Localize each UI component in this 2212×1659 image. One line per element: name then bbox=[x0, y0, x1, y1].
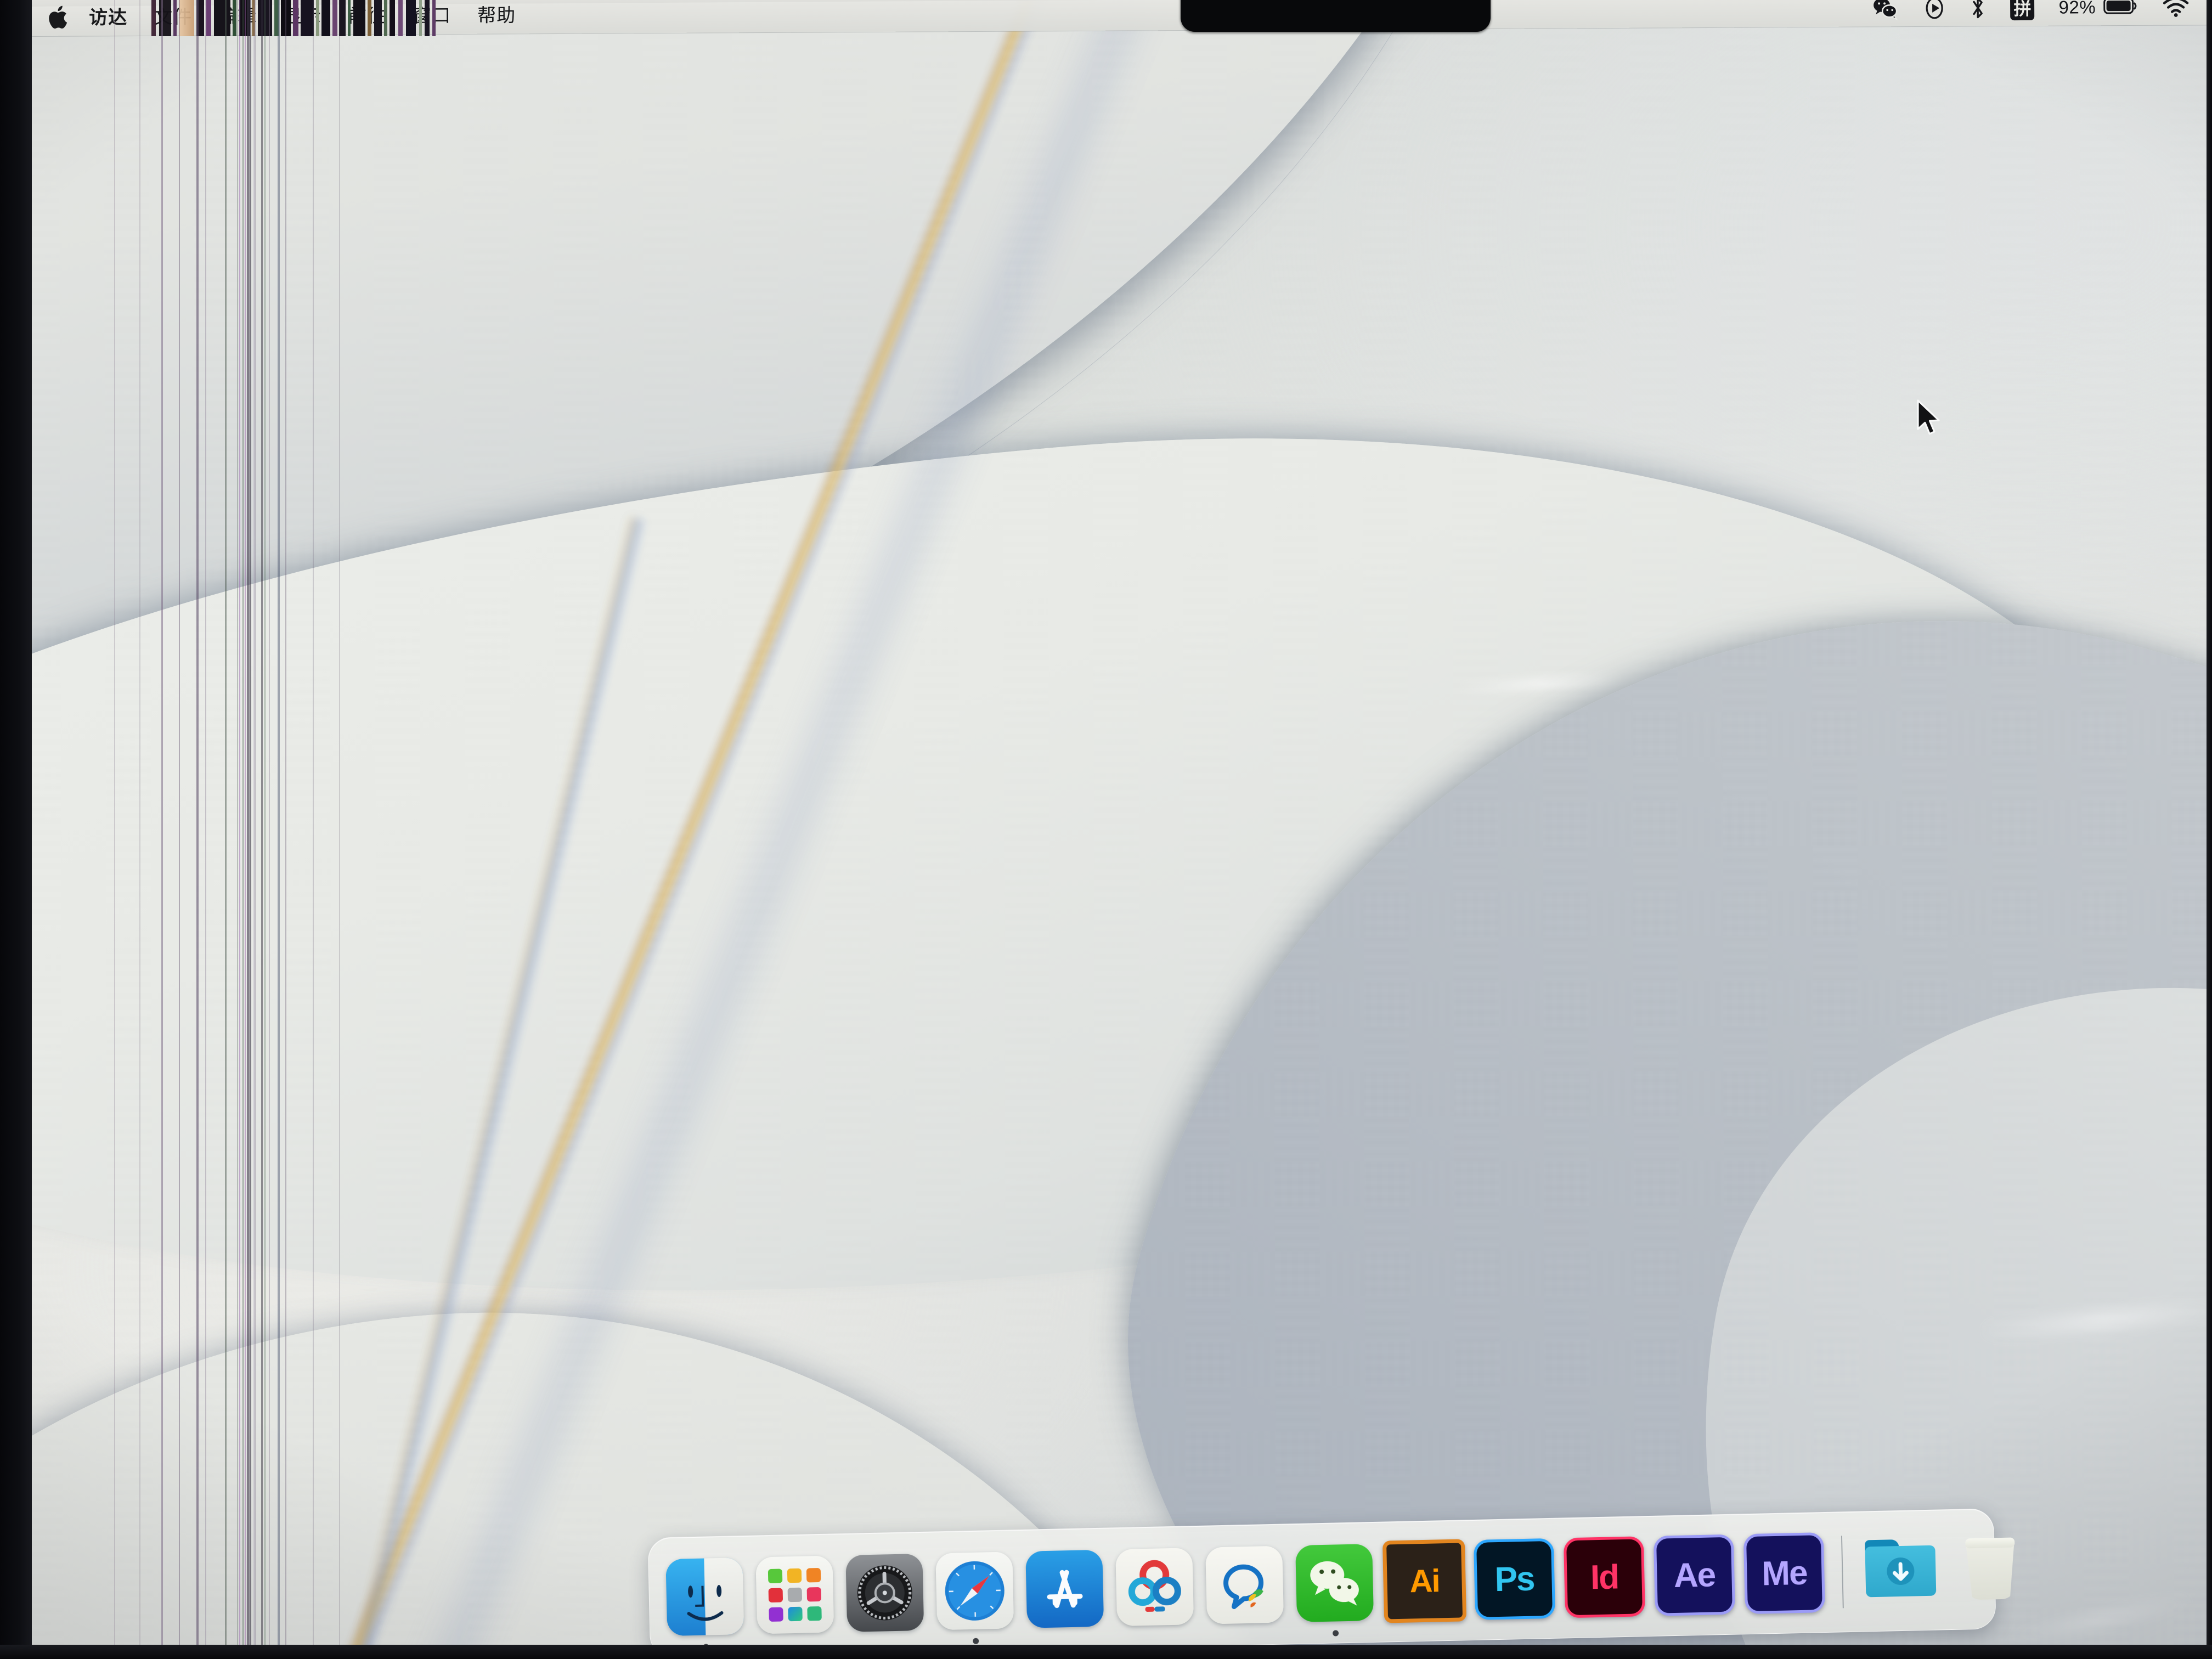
battery-status[interactable]: 92% bbox=[2058, 0, 2137, 18]
photoshop-icon: Ps bbox=[1473, 1538, 1556, 1620]
menu-item-file[interactable]: 文件 bbox=[140, 0, 205, 36]
apple-logo-icon[interactable] bbox=[46, 5, 68, 31]
menu-item-window[interactable]: 窗口 bbox=[399, 0, 464, 34]
menu-item-go[interactable]: 前往 bbox=[335, 0, 399, 35]
running-indicator bbox=[973, 1638, 979, 1644]
dock-item-downloads[interactable] bbox=[1859, 1528, 1943, 1612]
input-method-label: 拼 bbox=[2010, 0, 2035, 21]
running-indicator bbox=[1332, 1630, 1339, 1637]
finder-icon bbox=[665, 1558, 744, 1637]
dock-separator bbox=[1841, 1536, 1844, 1609]
dock-item-finder[interactable] bbox=[663, 1555, 747, 1650]
now-playing-icon[interactable] bbox=[1923, 0, 1945, 21]
dock-item-qq[interactable] bbox=[1203, 1543, 1286, 1627]
input-method-icon[interactable]: 拼 bbox=[2010, 0, 2035, 21]
menu-bar-app-menus: 访达 文件 编辑 显示 前往 窗口 帮助 bbox=[32, 0, 529, 36]
wechat-icon bbox=[1295, 1544, 1374, 1623]
dock-item-trash[interactable] bbox=[1949, 1527, 2033, 1611]
screenshot-root: 访达 文件 编辑 显示 前往 窗口 帮助 拼 92% Ai Ps Id Ae M… bbox=[0, 0, 2212, 1659]
qq-icon bbox=[1205, 1545, 1284, 1624]
wechat-status-icon[interactable] bbox=[1872, 0, 1899, 21]
feishu-icon bbox=[1115, 1548, 1194, 1627]
app-store-icon bbox=[1025, 1549, 1104, 1628]
system-settings-icon bbox=[845, 1553, 924, 1632]
dock-item-launchpad[interactable] bbox=[753, 1553, 837, 1637]
safari-icon bbox=[935, 1551, 1014, 1630]
after-effects-icon: Ae bbox=[1653, 1534, 1736, 1616]
dock-item-safari[interactable] bbox=[933, 1549, 1017, 1644]
menu-item-help[interactable]: 帮助 bbox=[464, 0, 529, 34]
dock-item-illustrator[interactable]: Ai bbox=[1382, 1539, 1467, 1623]
mouse-cursor bbox=[1916, 399, 1946, 443]
dock-item-feishu[interactable] bbox=[1113, 1545, 1197, 1629]
dock-item-system-settings[interactable] bbox=[843, 1551, 927, 1635]
dock-item-media-encoder[interactable]: Me bbox=[1742, 1531, 1826, 1615]
dock-item-after-effects[interactable]: Ae bbox=[1652, 1533, 1736, 1617]
battery-icon bbox=[2103, 0, 2137, 18]
menu-item-finder[interactable]: 访达 bbox=[76, 0, 140, 36]
screen-bezel-left bbox=[0, 0, 32, 1659]
wifi-icon[interactable] bbox=[2162, 0, 2190, 18]
dock-item-wechat[interactable] bbox=[1293, 1541, 1376, 1637]
media-encoder-icon: Me bbox=[1743, 1532, 1825, 1615]
dock-item-indesign[interactable]: Id bbox=[1562, 1535, 1646, 1619]
menu-item-view[interactable]: 显示 bbox=[270, 0, 335, 35]
bluetooth-icon[interactable] bbox=[1970, 0, 1986, 21]
indesign-icon: Id bbox=[1563, 1536, 1646, 1618]
downloads-folder-icon bbox=[1863, 1536, 1939, 1606]
screen-bezel-right bbox=[2207, 0, 2212, 1659]
desktop-wallpaper[interactable] bbox=[15, 0, 2212, 1658]
dock-item-app-store[interactable] bbox=[1023, 1547, 1107, 1631]
illustrator-icon: Ai bbox=[1382, 1539, 1467, 1623]
dock-item-photoshop[interactable]: Ps bbox=[1472, 1537, 1556, 1621]
battery-percent-label: 92% bbox=[2058, 0, 2096, 18]
macbook-notch bbox=[1181, 0, 1491, 32]
screen-bezel-bottom bbox=[0, 1645, 2212, 1659]
trash-icon bbox=[1955, 1532, 2026, 1606]
menu-bar-status-items: 拼 92% bbox=[1872, 0, 2190, 26]
menu-item-edit[interactable]: 编辑 bbox=[205, 0, 270, 35]
launchpad-icon bbox=[755, 1555, 834, 1634]
